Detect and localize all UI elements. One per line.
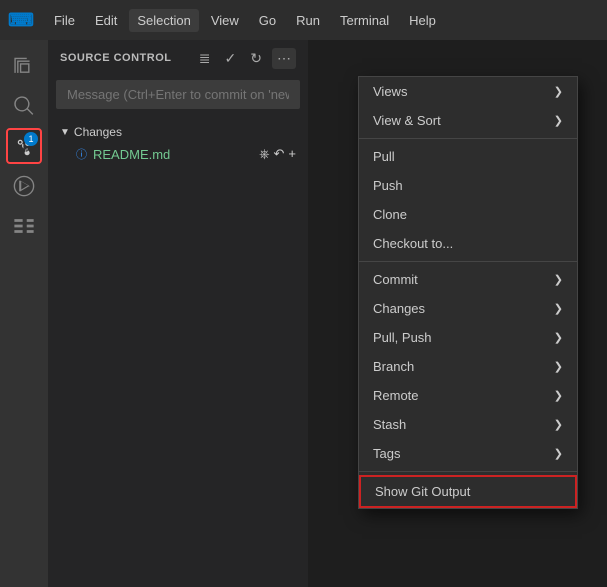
changes-label: Changes xyxy=(74,125,122,139)
menu-item-views[interactable]: Views ❯ xyxy=(359,77,577,106)
menu-item-view-sort-label: View & Sort xyxy=(373,113,441,128)
menu-item-commit-arrow: ❯ xyxy=(554,273,563,286)
file-open-icon[interactable]: ⎈ xyxy=(259,146,269,162)
menu-item-changes[interactable]: Changes ❯ xyxy=(359,294,577,323)
sc-title: SOURCE CONTROL xyxy=(60,52,172,64)
menu-item-branch-arrow: ❯ xyxy=(554,360,563,373)
menu-item-clone[interactable]: Clone xyxy=(359,200,577,229)
menu-divider-1 xyxy=(359,138,577,139)
context-menu: Views ❯ View & Sort ❯ Pull Push Clone Ch… xyxy=(358,76,578,509)
vscode-logo: ⌨ xyxy=(8,10,34,31)
menu-item-views-arrow: ❯ xyxy=(554,85,563,98)
menu-bar: File Edit Selection View Go Run Terminal… xyxy=(46,9,444,32)
menu-item-show-git-output-label: Show Git Output xyxy=(375,484,470,499)
file-item-readme[interactable]: ⓘ README.md ⎈ ↶ + xyxy=(48,143,308,165)
menu-item-tags-label: Tags xyxy=(373,446,400,461)
menu-item-changes-arrow: ❯ xyxy=(554,302,563,315)
source-control-header: SOURCE CONTROL ≣ ✓ ↻ ⋯ xyxy=(48,40,308,113)
file-stage-icon[interactable]: + xyxy=(288,146,296,162)
menu-item-remote[interactable]: Remote ❯ xyxy=(359,381,577,410)
menu-view[interactable]: View xyxy=(203,9,247,32)
activity-run[interactable] xyxy=(6,168,42,204)
menu-item-views-label: Views xyxy=(373,84,407,99)
sc-branch-icon[interactable]: ≣ xyxy=(195,48,215,69)
menu-go[interactable]: Go xyxy=(251,9,284,32)
menu-item-branch[interactable]: Branch ❯ xyxy=(359,352,577,381)
file-name: README.md xyxy=(93,147,259,162)
menu-item-pull-push[interactable]: Pull, Push ❯ xyxy=(359,323,577,352)
sc-check-icon[interactable]: ✓ xyxy=(221,48,241,69)
activity-source-control[interactable]: 1 xyxy=(6,128,42,164)
sc-refresh-icon[interactable]: ↻ xyxy=(246,48,266,69)
changes-header[interactable]: ▼ Changes xyxy=(48,121,308,143)
menu-item-commit[interactable]: Commit ❯ xyxy=(359,265,577,294)
menu-item-pull[interactable]: Pull xyxy=(359,142,577,171)
menu-item-show-git-output[interactable]: Show Git Output xyxy=(359,475,577,508)
changes-chevron-icon: ▼ xyxy=(60,127,70,138)
menu-item-checkout-label: Checkout to... xyxy=(373,236,453,251)
menu-divider-3 xyxy=(359,471,577,472)
menu-edit[interactable]: Edit xyxy=(87,9,125,32)
menu-item-push[interactable]: Push xyxy=(359,171,577,200)
menu-item-commit-label: Commit xyxy=(373,272,418,287)
menu-file[interactable]: File xyxy=(46,9,83,32)
file-info-icon: ⓘ xyxy=(76,146,87,162)
menu-divider-2 xyxy=(359,261,577,262)
changes-section: ▼ Changes ⓘ README.md ⎈ ↶ + xyxy=(48,121,308,165)
menu-item-branch-label: Branch xyxy=(373,359,414,374)
commit-message-input[interactable] xyxy=(56,80,300,109)
menu-item-view-sort[interactable]: View & Sort ❯ xyxy=(359,106,577,135)
main-layout: 1 SOURCE CONTROL ≣ ✓ ↻ ⋯ xyxy=(0,40,607,587)
file-discard-icon[interactable]: ↶ xyxy=(274,146,285,162)
sc-header-bar: SOURCE CONTROL ≣ ✓ ↻ ⋯ xyxy=(48,40,308,76)
menu-item-remote-arrow: ❯ xyxy=(554,389,563,402)
activity-explorer[interactable] xyxy=(6,48,42,84)
menu-item-stash-label: Stash xyxy=(373,417,406,432)
menu-terminal[interactable]: Terminal xyxy=(332,9,397,32)
sc-more-icon[interactable]: ⋯ xyxy=(272,48,296,69)
menu-item-pull-push-label: Pull, Push xyxy=(373,330,432,345)
menu-help[interactable]: Help xyxy=(401,9,444,32)
menu-item-tags-arrow: ❯ xyxy=(554,447,563,460)
menu-item-push-label: Push xyxy=(373,178,403,193)
menu-item-changes-label: Changes xyxy=(373,301,425,316)
activity-extensions[interactable] xyxy=(6,208,42,244)
menu-item-tags[interactable]: Tags ❯ xyxy=(359,439,577,468)
menu-item-checkout[interactable]: Checkout to... xyxy=(359,229,577,258)
menu-item-pull-label: Pull xyxy=(373,149,395,164)
source-control-badge: 1 xyxy=(24,132,38,146)
menu-item-stash-arrow: ❯ xyxy=(554,418,563,431)
titlebar: ⌨ File Edit Selection View Go Run Termin… xyxy=(0,0,607,40)
sc-action-icons: ≣ ✓ ↻ ⋯ xyxy=(195,48,296,69)
menu-item-pull-push-arrow: ❯ xyxy=(554,331,563,344)
menu-run[interactable]: Run xyxy=(288,9,328,32)
menu-item-clone-label: Clone xyxy=(373,207,407,222)
file-action-buttons: ⎈ ↶ + xyxy=(259,146,296,162)
menu-item-remote-label: Remote xyxy=(373,388,419,403)
menu-item-view-sort-arrow: ❯ xyxy=(554,114,563,127)
menu-item-stash[interactable]: Stash ❯ xyxy=(359,410,577,439)
activity-bar: 1 xyxy=(0,40,48,587)
activity-search[interactable] xyxy=(6,88,42,124)
sidebar: SOURCE CONTROL ≣ ✓ ↻ ⋯ ▼ Changes ⓘ READM… xyxy=(48,40,308,587)
menu-selection[interactable]: Selection xyxy=(129,9,198,32)
